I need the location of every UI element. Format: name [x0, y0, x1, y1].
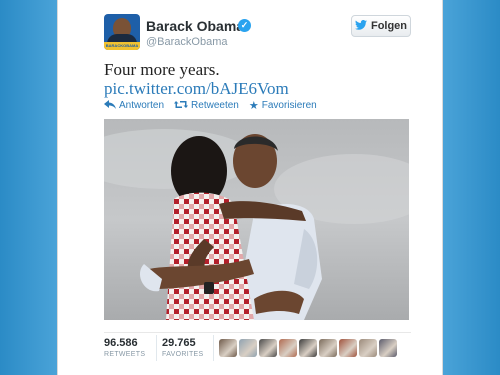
tweet-photo[interactable] [104, 119, 409, 320]
profile-handle[interactable]: @BarackObama [146, 36, 227, 48]
favorites-stat[interactable]: 29.765 FAVORITES [162, 337, 203, 358]
favoriter-avatar[interactable] [339, 339, 357, 357]
favoriters-avatars [219, 339, 397, 357]
favoriter-avatar[interactable] [319, 339, 337, 357]
favoriter-avatar[interactable] [259, 339, 277, 357]
favorites-label: FAVORITES [162, 351, 204, 358]
page-background-left [0, 0, 57, 375]
retweets-label: RETWEETS [104, 351, 146, 358]
favorite-action[interactable]: ★ Favorisieren [249, 99, 317, 112]
follow-button-label: Folgen [370, 20, 408, 32]
tweet-text: Four more years. [104, 60, 220, 79]
avatar[interactable]: BARACKOBAMA [104, 14, 140, 50]
favoriter-avatar[interactable] [359, 339, 377, 357]
tweet-actions: Antworten Retweeten ★ Favorisieren [104, 99, 317, 112]
stats-separator [156, 335, 157, 361]
favorites-count: 29.765 [162, 337, 196, 349]
favoriter-avatar[interactable] [299, 339, 317, 357]
reply-icon [104, 99, 116, 112]
stats-separator [213, 335, 214, 361]
page-background-right [443, 0, 500, 375]
verified-badge-icon: ✓ [238, 19, 251, 32]
favorite-label: Favorisieren [261, 100, 317, 111]
retweet-label: Retweeten [191, 100, 239, 111]
favoriter-avatar[interactable] [379, 339, 397, 357]
favoriter-avatar[interactable] [239, 339, 257, 357]
reply-label: Antworten [119, 100, 165, 111]
retweets-count: 96.586 [104, 337, 138, 349]
stats-divider [104, 332, 411, 333]
retweet-icon [174, 100, 189, 112]
tweet-photo-link[interactable]: pic.twitter.com/bAJE6Vom [104, 79, 289, 99]
avatar-band: BARACKOBAMA [104, 42, 140, 50]
reply-action[interactable]: Antworten [104, 99, 164, 112]
retweet-action[interactable]: Retweeten [174, 99, 239, 112]
follow-button[interactable]: Folgen [351, 15, 411, 37]
twitter-bird-icon [354, 19, 367, 33]
tweet-card: BARACKOBAMA Barack Obama ✓ @BarackObama … [57, 0, 443, 375]
star-icon: ★ [248, 100, 259, 112]
embrace-photo-image [104, 119, 409, 320]
profile-name[interactable]: Barack Obama [146, 18, 244, 34]
favoriter-avatar[interactable] [279, 339, 297, 357]
retweets-stat[interactable]: 96.586 RETWEETS [104, 337, 145, 358]
favoriter-avatar[interactable] [219, 339, 237, 357]
